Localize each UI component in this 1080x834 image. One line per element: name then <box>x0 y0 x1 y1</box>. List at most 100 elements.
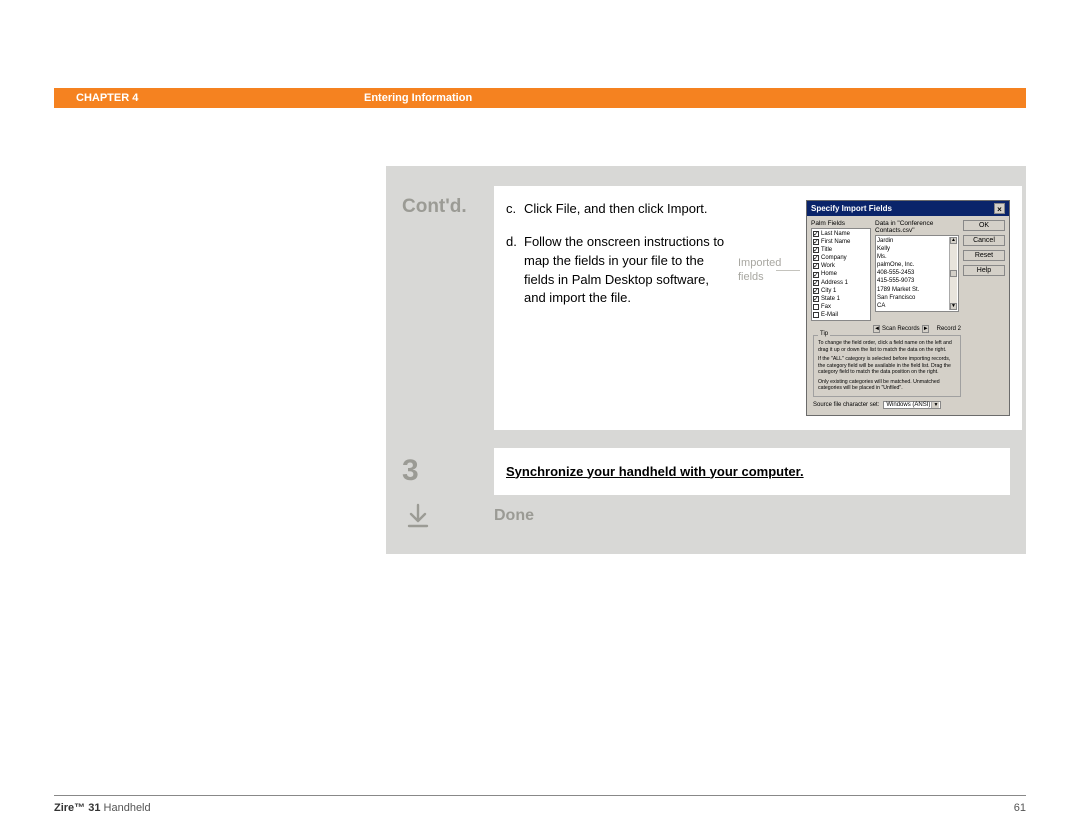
instruction-c: c. Click File, and then click Import. <box>506 200 728 219</box>
contd-content: c. Click File, and then click Import. d.… <box>494 186 1022 430</box>
sync-link[interactable]: Synchronize your handheld with your comp… <box>506 464 804 479</box>
field-row[interactable]: E-Mail <box>813 311 869 319</box>
instruction-d: d. Follow the onscreen instructions to m… <box>506 233 728 308</box>
dialog-title-text: Specify Import Fields <box>811 204 892 213</box>
help-button[interactable]: Help <box>963 265 1005 276</box>
step-number: 3 <box>402 448 480 495</box>
palm-fields-listbox[interactable]: Last NameFirst NameTitleCompanyWorkHomeA… <box>811 228 871 321</box>
tip-box: Tip To change the field order, click a f… <box>813 335 961 397</box>
data-value: San Francisco <box>877 294 949 302</box>
data-column: Data in "Conference Contacts.csv" Jardin… <box>875 220 959 321</box>
cancel-button[interactable]: Cancel <box>963 235 1005 246</box>
instruction-text: Click File, and then click Import. <box>524 200 708 219</box>
field-checkbox[interactable] <box>813 231 819 237</box>
charset-select[interactable]: Windows (ANSI) <box>883 401 941 409</box>
import-dialog: Specify Import Fields × Palm Fields Last… <box>806 200 1010 416</box>
scroll-thumb[interactable] <box>950 270 957 277</box>
callout-label: Imported fields <box>738 200 796 416</box>
instruction-letter: c. <box>506 200 524 219</box>
field-row[interactable]: Address 1 <box>813 279 869 287</box>
footer-rule <box>54 795 1026 796</box>
data-value: 415-555-9073 <box>877 277 949 285</box>
field-row[interactable]: Company <box>813 254 869 262</box>
field-checkbox[interactable] <box>813 263 819 269</box>
scroll-up-icon[interactable]: ▲ <box>950 237 957 244</box>
field-row[interactable]: Fax <box>813 303 869 311</box>
data-listbox[interactable]: JardinKellyMs.palmOne, Inc.408-555-24534… <box>875 235 959 312</box>
step-3-content: Synchronize your handheld with your comp… <box>494 448 1010 495</box>
page-number: 61 <box>1014 802 1026 814</box>
field-name: Address 1 <box>821 279 848 287</box>
instruction-text: Follow the onscreen instructions to map … <box>524 233 728 308</box>
scroll-down-icon[interactable]: ▼ <box>950 303 957 310</box>
field-checkbox[interactable] <box>813 312 819 318</box>
field-name: Company <box>821 254 847 262</box>
data-header: Data in "Conference Contacts.csv" <box>875 220 959 234</box>
step-3-row: 3 Synchronize your handheld with your co… <box>386 448 1026 495</box>
section-title: Entering Information <box>364 92 472 104</box>
field-checkbox[interactable] <box>813 247 819 253</box>
product-bold: Zire™ 31 <box>54 802 100 814</box>
charset-row: Source file character set: Windows (ANSI… <box>813 401 1003 409</box>
data-value: Kelly <box>877 245 949 253</box>
footer: Zire™ 31 Handheld 61 <box>54 802 1026 814</box>
tip-text-3: Only existing categories will be matched… <box>818 379 956 392</box>
field-row[interactable]: Title <box>813 246 869 254</box>
main-content-box: Cont'd. c. Click File, and then click Im… <box>386 166 1026 554</box>
field-checkbox[interactable] <box>813 304 819 310</box>
scan-prev-icon[interactable]: ◄ <box>873 325 880 333</box>
charset-label: Source file character set: <box>813 402 879 408</box>
field-checkbox[interactable] <box>813 288 819 294</box>
tip-text-1: To change the field order, click a field… <box>818 340 956 353</box>
field-row[interactable]: Last Name <box>813 230 869 238</box>
dialog-body: Palm Fields Last NameFirst NameTitleComp… <box>807 216 1009 415</box>
data-value: 408-555-2453 <box>877 269 949 277</box>
scan-next-icon[interactable]: ► <box>922 325 929 333</box>
header-bar: CHAPTER 4 Entering Information <box>54 88 1026 108</box>
data-value: palmOne, Inc. <box>877 261 949 269</box>
record-indicator: Record 2 <box>937 326 961 332</box>
tip-label: Tip <box>818 331 830 337</box>
field-row[interactable]: City 1 <box>813 287 869 295</box>
done-row: Done <box>386 495 1026 554</box>
field-row[interactable]: First Name <box>813 238 869 246</box>
field-name: E-Mail <box>821 311 838 319</box>
field-checkbox[interactable] <box>813 272 819 278</box>
dialog-buttons: OK Cancel Reset Help <box>963 220 1005 321</box>
ok-button[interactable]: OK <box>963 220 1005 231</box>
data-value: Ms. <box>877 253 949 261</box>
field-name: Home <box>821 270 837 278</box>
field-row[interactable]: Home <box>813 270 869 278</box>
instruction-letter: d. <box>506 233 524 308</box>
field-checkbox[interactable] <box>813 296 819 302</box>
product-name: Zire™ 31 Handheld <box>54 802 151 814</box>
reset-button[interactable]: Reset <box>963 250 1005 261</box>
dialog-screenshot: Specify Import Fields × Palm Fields Last… <box>806 200 1010 416</box>
product-rest: Handheld <box>100 802 150 814</box>
dialog-titlebar: Specify Import Fields × <box>807 201 1009 216</box>
field-checkbox[interactable] <box>813 239 819 245</box>
palm-fields-column: Palm Fields Last NameFirst NameTitleComp… <box>811 220 871 321</box>
field-row[interactable]: Work <box>813 262 869 270</box>
scan-row: ◄ Scan Records ► Record 2 <box>873 325 961 333</box>
instructions: c. Click File, and then click Import. d.… <box>506 200 728 416</box>
field-name: Work <box>821 262 835 270</box>
field-name: First Name <box>821 238 850 246</box>
field-checkbox[interactable] <box>813 280 819 286</box>
done-label: Done <box>494 503 1010 536</box>
tip-text-2: If the "ALL" category is selected before… <box>818 356 956 376</box>
data-value: CA <box>877 302 949 310</box>
close-icon[interactable]: × <box>994 203 1005 214</box>
scrollbar[interactable]: ▲ ▼ <box>949 237 957 310</box>
field-name: Last Name <box>821 230 850 238</box>
contd-label: Cont'd. <box>402 186 480 430</box>
field-checkbox[interactable] <box>813 255 819 261</box>
data-value: 1789 Market St. <box>877 286 949 294</box>
done-arrow-icon <box>402 503 480 536</box>
chapter-label: CHAPTER 4 <box>76 92 364 104</box>
contd-row: Cont'd. c. Click File, and then click Im… <box>386 166 1026 448</box>
field-name: Fax <box>821 303 831 311</box>
field-row[interactable]: State 1 <box>813 295 869 303</box>
field-name: State 1 <box>821 295 840 303</box>
field-name: City 1 <box>821 287 836 295</box>
